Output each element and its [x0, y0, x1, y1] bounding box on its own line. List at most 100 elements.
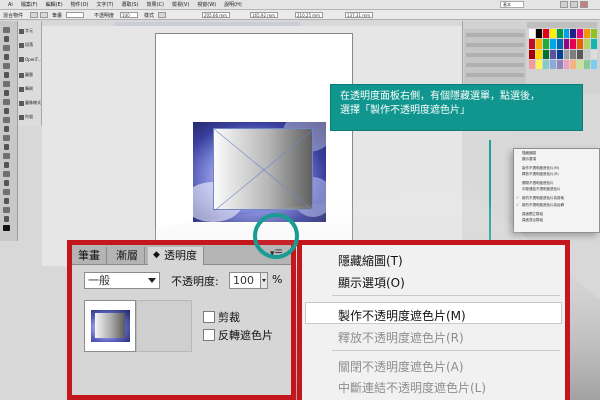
menu-effect[interactable]: 效果(C)	[143, 1, 168, 8]
menu-type[interactable]: 文字(T)	[93, 1, 118, 8]
opacity-input[interactable]: 100	[229, 272, 261, 289]
opacity-stepper[interactable]	[261, 272, 268, 289]
menu-item-show-options[interactable]: 顯示選項(O)	[338, 274, 405, 291]
mini-menu-item[interactable]: 釋放不透明度遮色片(R)	[522, 172, 559, 177]
mini-menu-item[interactable]: 製作不透明度遮色片(M)	[522, 166, 559, 171]
opacity-input[interactable]: 100	[120, 12, 138, 18]
magic-wand-tool-icon[interactable]	[3, 45, 10, 51]
mesh-tool-icon[interactable]	[4, 162, 9, 168]
gradient-rectangle[interactable]	[213, 128, 314, 211]
height-input[interactable]: 137.31 mm	[345, 12, 373, 18]
brush-icon	[19, 86, 24, 92]
invert-mask-checkbox[interactable]	[203, 329, 215, 341]
layers-icon	[19, 72, 24, 78]
eyedropper-tool-icon[interactable]	[4, 180, 9, 186]
menu-item-make-opacity-mask[interactable]: 製作不透明度遮色片(M)	[338, 307, 466, 324]
type-tool-icon[interactable]	[3, 63, 10, 69]
workspace-switcher[interactable]: 基本	[500, 1, 524, 8]
instruction-callout: 在透明度面板右側，有個隱藏選單，點選後， 選擇「製作不透明度遮色片」	[330, 84, 583, 131]
object-thumbnail[interactable]	[84, 300, 136, 352]
stroke-weight-input[interactable]	[66, 12, 84, 18]
mini-menu-item[interactable]: 顯示選項	[522, 157, 536, 162]
chevron-down-icon	[148, 278, 156, 283]
mini-menu-item[interactable]: 新的不透明度遮色片為剪裁	[522, 196, 564, 201]
mask-thumbnail[interactable]	[136, 300, 192, 352]
collapsed-panels: 字元 段落 OpenT... 圖層 筆刷 圖像樣式 符號	[18, 21, 42, 126]
tab-transparency[interactable]: ◆ 透明度	[148, 247, 204, 265]
menu-edit[interactable]: 編輯(E)	[42, 1, 67, 8]
mini-menu-item[interactable]: 新的不透明度遮色片為反轉	[522, 203, 564, 208]
selection-tool-icon[interactable]	[3, 27, 10, 33]
tab-stroke[interactable]: 筆畫	[72, 247, 107, 265]
hand-tool-icon[interactable]	[4, 216, 9, 222]
direct-selection-tool-icon[interactable]	[4, 36, 9, 42]
menu-item-disable-opacity-mask[interactable]: 關閉不透明度遮色片(A)	[338, 358, 464, 375]
menu-view[interactable]: 檢視(V)	[168, 1, 193, 8]
menu-select[interactable]: 選取(S)	[117, 1, 142, 8]
rectangle-tool-icon[interactable]	[3, 81, 10, 87]
menu-object[interactable]: 物件(O)	[67, 1, 93, 8]
scale-tool-icon[interactable]	[4, 126, 9, 132]
pen-tool-icon[interactable]	[4, 54, 9, 60]
eraser-tool-icon[interactable]	[4, 108, 9, 114]
panel-graphic-styles[interactable]: 圖像樣式	[19, 99, 41, 107]
menu-item-unlink-opacity-mask[interactable]: 中斷連結不透明度遮色片(L)	[338, 379, 486, 396]
free-transform-tool-icon[interactable]	[4, 144, 9, 150]
fill-swatch[interactable]	[30, 12, 38, 18]
panel-character[interactable]: 字元	[19, 27, 41, 35]
blend-tool-icon[interactable]	[3, 189, 10, 195]
line-tool-icon[interactable]	[4, 72, 9, 78]
mini-menu-item[interactable]: 關閉不透明度遮色片	[522, 181, 554, 186]
shape-builder-tool-icon[interactable]	[3, 153, 10, 159]
panel-row	[466, 53, 524, 57]
callout-line-1: 在透明度面板右側，有個隱藏選單，點選後，	[340, 91, 540, 102]
panel-opentype[interactable]: OpenT...	[19, 55, 41, 63]
panel-layers[interactable]: 圖層	[19, 71, 41, 79]
stroke-label: 筆畫	[52, 13, 63, 19]
tab-transparency-label: 透明度	[164, 249, 197, 262]
menu-item-hide-thumbnails[interactable]: 隱藏縮圖(T)	[338, 252, 403, 269]
y-input[interactable]: 165.92 mm	[250, 12, 278, 18]
swatches-grid[interactable]	[529, 29, 597, 69]
mini-menu-item[interactable]: 中斷連結不透明度遮色片	[522, 187, 561, 192]
panel-label: 筆刷	[25, 86, 33, 91]
clip-checkbox[interactable]	[203, 311, 215, 323]
mini-menu-item[interactable]: 頁面獨立群組	[522, 212, 543, 217]
minimize-button[interactable]	[560, 1, 568, 8]
swatches-tabs[interactable]	[527, 22, 597, 28]
menu-item-release-opacity-mask[interactable]: 釋放不透明度遮色片(R)	[338, 329, 464, 346]
brush-tool-icon[interactable]	[4, 90, 9, 96]
symbol-sprayer-tool-icon[interactable]	[4, 198, 9, 204]
menu-file[interactable]: 檔案(F)	[17, 1, 42, 8]
mini-menu-item[interactable]: 頁面混合群組	[522, 218, 543, 223]
gradient-tool-icon[interactable]	[3, 171, 10, 177]
x-input[interactable]: 205.66 mm	[202, 12, 230, 18]
flyout-menu: 隱藏縮圖(T) 顯示選項(O) 製作不透明度遮色片(M) 釋放不透明度遮色片(R…	[302, 245, 565, 400]
maximize-button[interactable]	[570, 1, 578, 8]
panel-label: 符號	[25, 114, 33, 119]
stroke-swatch[interactable]	[40, 12, 48, 18]
opacity-label: 不透明度	[94, 13, 115, 19]
menu-window[interactable]: 視窗(W)	[193, 1, 220, 8]
rotate-tool-icon[interactable]	[3, 117, 10, 123]
opacity-unit: %	[272, 273, 283, 286]
panel-row	[466, 63, 524, 67]
width-input[interactable]: 210.25 mm	[295, 12, 323, 18]
blend-mode-select[interactable]: 一般	[84, 272, 160, 289]
panel-label: OpenT...	[25, 56, 41, 62]
document-tab-strip[interactable]	[115, 22, 300, 26]
warp-tool-icon[interactable]	[3, 135, 10, 141]
panel-paragraph[interactable]: 段落	[19, 41, 41, 49]
tab-gradient[interactable]: 漸層	[110, 247, 145, 265]
graph-tool-icon[interactable]	[3, 207, 10, 213]
mini-menu-item[interactable]: 隱藏縮圖	[522, 151, 536, 156]
style-picker[interactable]	[158, 12, 166, 18]
fill-stroke-icon[interactable]	[3, 225, 10, 231]
close-button[interactable]	[580, 1, 588, 8]
app-logo[interactable]: Ai	[4, 2, 17, 8]
transparency-panel-zoom: 筆畫 漸層 ◆ 透明度 ▾☰ 一般 不透明度: 100 % 剪裁 反轉遮色片	[67, 240, 296, 400]
menu-help[interactable]: 說明(H)	[220, 1, 246, 8]
pencil-tool-icon[interactable]	[3, 99, 10, 105]
panel-symbols[interactable]: 符號	[19, 113, 41, 121]
panel-brushes[interactable]: 筆刷	[19, 85, 41, 93]
